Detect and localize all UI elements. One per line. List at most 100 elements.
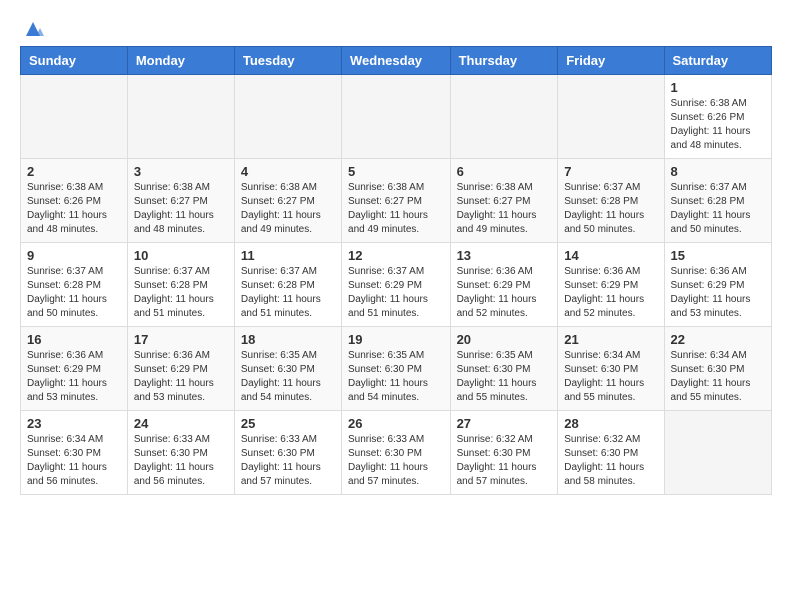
column-header-thursday: Thursday	[450, 47, 558, 75]
column-header-saturday: Saturday	[664, 47, 771, 75]
calendar-day-cell: 15 Sunrise: 6:36 AM Sunset: 6:29 PM Dayli…	[664, 243, 771, 327]
column-header-wednesday: Wednesday	[342, 47, 451, 75]
day-info: Sunrise: 6:36 AM Sunset: 6:29 PM Dayligh…	[671, 265, 765, 321]
calendar-day-cell	[342, 75, 451, 159]
day-number: 11	[241, 248, 335, 263]
day-number: 26	[348, 416, 444, 431]
day-number: 7	[564, 164, 657, 179]
day-number: 20	[457, 332, 552, 347]
calendar-day-cell: 12Sunrise: 6:37 AM Sunset: 6:29 PM Dayli…	[342, 243, 451, 327]
day-info: Sunrise: 6:37 AM Sunset: 6:28 PM Dayligh…	[27, 265, 121, 321]
day-info: Sunrise: 6:38 AM Sunset: 6:27 PM Dayligh…	[457, 181, 552, 237]
calendar-day-cell	[450, 75, 558, 159]
day-number: 4	[241, 164, 335, 179]
calendar-day-cell: 10Sunrise: 6:37 AM Sunset: 6:28 PM Dayli…	[127, 243, 234, 327]
calendar-day-cell: 28 Sunrise: 6:32 AM Sunset: 6:30 PM Dayli…	[558, 411, 664, 495]
day-number: 23	[27, 416, 121, 431]
day-number: 6	[457, 164, 552, 179]
calendar-week-row: 1Sunrise: 6:38 AM Sunset: 6:26 PM Daylig…	[21, 75, 772, 159]
day-info: Sunrise: 6:32 AM Sunset: 6:30 PM Dayligh…	[564, 433, 657, 489]
day-number: 27	[457, 416, 552, 431]
day-number: 22	[671, 332, 765, 347]
day-info: Sunrise: 6:38 AM Sunset: 6:27 PM Dayligh…	[241, 181, 335, 237]
day-number: 16	[27, 332, 121, 347]
calendar-week-row: 9 Sunrise: 6:37 AM Sunset: 6:28 PM Daylig…	[21, 243, 772, 327]
day-info: Sunrise: 6:36 AM Sunset: 6:29 PM Dayligh…	[564, 265, 657, 321]
calendar-day-cell	[21, 75, 128, 159]
calendar-day-cell: 18 Sunrise: 6:35 AM Sunset: 6:30 PM Dayli…	[234, 327, 341, 411]
day-number: 12	[348, 248, 444, 263]
day-number: 15	[671, 248, 765, 263]
calendar-day-cell: 11 Sunrise: 6:37 AM Sunset: 6:28 PM Dayli…	[234, 243, 341, 327]
calendar-day-cell: 23 Sunrise: 6:34 AM Sunset: 6:30 PM Dayli…	[21, 411, 128, 495]
day-info: Sunrise: 6:34 AM Sunset: 6:30 PM Dayligh…	[27, 433, 121, 489]
day-info: Sunrise: 6:32 AM Sunset: 6:30 PM Dayligh…	[457, 433, 552, 489]
calendar-day-cell: 3 Sunrise: 6:38 AM Sunset: 6:27 PM Daylig…	[127, 159, 234, 243]
day-info: Sunrise: 6:34 AM Sunset: 6:30 PM Dayligh…	[564, 349, 657, 405]
calendar-day-cell: 27 Sunrise: 6:32 AM Sunset: 6:30 PM Dayli…	[450, 411, 558, 495]
logo-icon	[22, 18, 44, 40]
day-info: Sunrise: 6:38 AM Sunset: 6:26 PM Dayligh…	[27, 181, 121, 237]
day-info: Sunrise: 6:34 AM Sunset: 6:30 PM Dayligh…	[671, 349, 765, 405]
calendar-day-cell: 17 Sunrise: 6:36 AM Sunset: 6:29 PM Dayli…	[127, 327, 234, 411]
column-header-tuesday: Tuesday	[234, 47, 341, 75]
day-info: Sunrise: 6:37 AM Sunset: 6:28 PM Dayligh…	[241, 265, 335, 321]
day-number: 18	[241, 332, 335, 347]
calendar-day-cell: 1Sunrise: 6:38 AM Sunset: 6:26 PM Daylig…	[664, 75, 771, 159]
day-info: Sunrise: 6:37 AM Sunset: 6:28 PM Dayligh…	[564, 181, 657, 237]
calendar-day-cell: 26 Sunrise: 6:33 AM Sunset: 6:30 PM Dayli…	[342, 411, 451, 495]
column-header-friday: Friday	[558, 47, 664, 75]
day-info: Sunrise: 6:33 AM Sunset: 6:30 PM Dayligh…	[348, 433, 444, 489]
calendar-day-cell: 19 Sunrise: 6:35 AM Sunset: 6:30 PM Dayli…	[342, 327, 451, 411]
calendar-week-row: 23 Sunrise: 6:34 AM Sunset: 6:30 PM Dayli…	[21, 411, 772, 495]
day-info: Sunrise: 6:33 AM Sunset: 6:30 PM Dayligh…	[134, 433, 228, 489]
day-number: 24	[134, 416, 228, 431]
calendar-day-cell: 22 Sunrise: 6:34 AM Sunset: 6:30 PM Dayli…	[664, 327, 771, 411]
day-number: 3	[134, 164, 228, 179]
calendar-day-cell: 5 Sunrise: 6:38 AM Sunset: 6:27 PM Daylig…	[342, 159, 451, 243]
column-header-monday: Monday	[127, 47, 234, 75]
calendar-day-cell: 24 Sunrise: 6:33 AM Sunset: 6:30 PM Dayli…	[127, 411, 234, 495]
calendar-day-cell: 13 Sunrise: 6:36 AM Sunset: 6:29 PM Dayli…	[450, 243, 558, 327]
day-number: 13	[457, 248, 552, 263]
day-info: Sunrise: 6:37 AM Sunset: 6:28 PM Dayligh…	[671, 181, 765, 237]
calendar-table: SundayMondayTuesdayWednesdayThursdayFrid…	[20, 46, 772, 495]
calendar-day-cell: 6 Sunrise: 6:38 AM Sunset: 6:27 PM Daylig…	[450, 159, 558, 243]
day-info: Sunrise: 6:38 AM Sunset: 6:27 PM Dayligh…	[348, 181, 444, 237]
day-info: Sunrise: 6:38 AM Sunset: 6:27 PM Dayligh…	[134, 181, 228, 237]
logo	[20, 20, 44, 36]
day-number: 19	[348, 332, 444, 347]
day-info: Sunrise: 6:33 AM Sunset: 6:30 PM Dayligh…	[241, 433, 335, 489]
page-header	[20, 20, 772, 36]
calendar-day-cell: 14Sunrise: 6:36 AM Sunset: 6:29 PM Dayli…	[558, 243, 664, 327]
calendar-day-cell: 4 Sunrise: 6:38 AM Sunset: 6:27 PM Daylig…	[234, 159, 341, 243]
calendar-header-row: SundayMondayTuesdayWednesdayThursdayFrid…	[21, 47, 772, 75]
day-info: Sunrise: 6:35 AM Sunset: 6:30 PM Dayligh…	[348, 349, 444, 405]
calendar-day-cell: 16Sunrise: 6:36 AM Sunset: 6:29 PM Dayli…	[21, 327, 128, 411]
day-number: 17	[134, 332, 228, 347]
calendar-day-cell: 20 Sunrise: 6:35 AM Sunset: 6:30 PM Dayli…	[450, 327, 558, 411]
calendar-day-cell: 25 Sunrise: 6:33 AM Sunset: 6:30 PM Dayli…	[234, 411, 341, 495]
day-number: 1	[671, 80, 765, 95]
day-number: 28	[564, 416, 657, 431]
calendar-week-row: 2 Sunrise: 6:38 AM Sunset: 6:26 PM Daylig…	[21, 159, 772, 243]
day-info: Sunrise: 6:35 AM Sunset: 6:30 PM Dayligh…	[241, 349, 335, 405]
calendar-day-cell: 2 Sunrise: 6:38 AM Sunset: 6:26 PM Daylig…	[21, 159, 128, 243]
calendar-day-cell	[127, 75, 234, 159]
day-info: Sunrise: 6:36 AM Sunset: 6:29 PM Dayligh…	[134, 349, 228, 405]
day-number: 8	[671, 164, 765, 179]
day-number: 21	[564, 332, 657, 347]
calendar-day-cell	[664, 411, 771, 495]
day-info: Sunrise: 6:36 AM Sunset: 6:29 PM Dayligh…	[457, 265, 552, 321]
day-number: 5	[348, 164, 444, 179]
column-header-sunday: Sunday	[21, 47, 128, 75]
calendar-day-cell	[234, 75, 341, 159]
calendar-day-cell: 8 Sunrise: 6:37 AM Sunset: 6:28 PM Daylig…	[664, 159, 771, 243]
day-number: 25	[241, 416, 335, 431]
calendar-day-cell	[558, 75, 664, 159]
day-info: Sunrise: 6:35 AM Sunset: 6:30 PM Dayligh…	[457, 349, 552, 405]
day-number: 9	[27, 248, 121, 263]
calendar-week-row: 16 Sunrise: 6:36 AM Sunset: 6:29 PM Dayli…	[21, 327, 772, 411]
day-number: 2	[27, 164, 121, 179]
calendar-day-cell: 7 Sunrise: 6:37 AM Sunset: 6:28 PM Daylig…	[558, 159, 664, 243]
